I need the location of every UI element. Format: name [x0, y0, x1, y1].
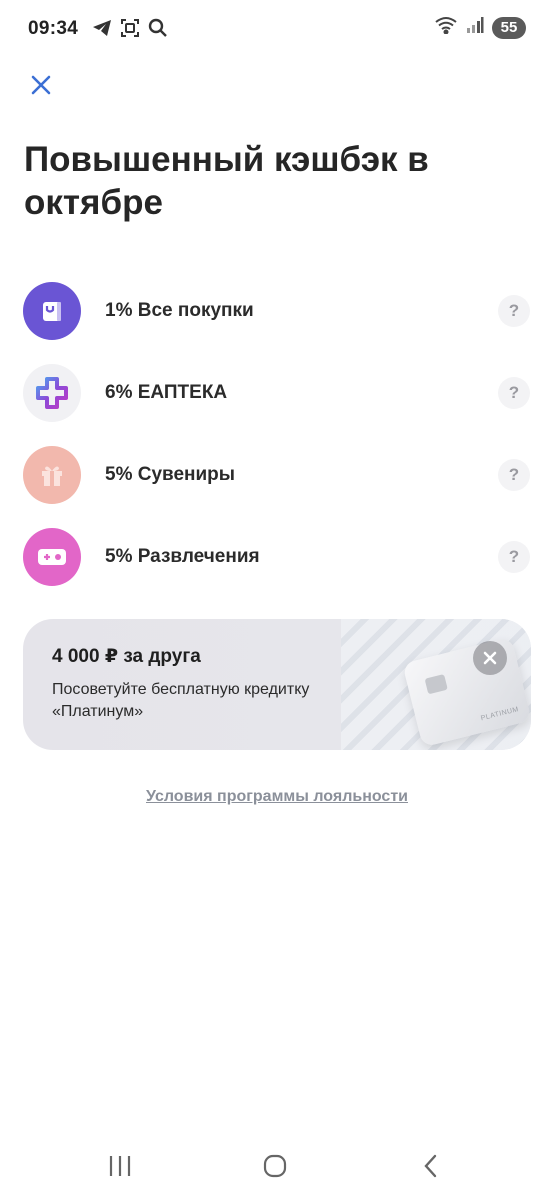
status-time: 09:34 [28, 18, 79, 39]
close-icon [31, 75, 51, 95]
recent-apps-icon [109, 1156, 131, 1176]
promo-title: 4 000 ₽ за друга [52, 646, 201, 667]
close-button[interactable] [22, 66, 60, 104]
search-icon [148, 18, 168, 43]
promo-close-button[interactable] [473, 641, 507, 675]
back-button[interactable] [409, 1144, 453, 1188]
cashback-category-list: 1% Все покупки ? 6% ЕАПТЕКА ? 5% Сувенир… [0, 270, 554, 598]
category-label: 5% Развлечения [105, 546, 260, 567]
home-icon [263, 1154, 287, 1178]
status-icons-left [92, 18, 168, 43]
gamepad-icon [23, 528, 81, 586]
telegram-icon [92, 19, 112, 42]
category-label: 5% Сувениры [105, 464, 236, 485]
battery-icon: 55 [492, 16, 526, 39]
referral-promo-banner[interactable]: 4 000 ₽ за друга Посоветуйте бесплатную … [23, 619, 531, 750]
category-label: 6% ЕАПТЕКА [105, 382, 228, 403]
help-button[interactable]: ? [498, 377, 530, 409]
help-button[interactable]: ? [498, 541, 530, 573]
home-button[interactable] [253, 1144, 297, 1188]
back-icon [424, 1154, 437, 1178]
signal-icon [466, 16, 484, 39]
category-row-entertainment[interactable]: 5% Развлечения ? [0, 516, 554, 598]
system-nav-bar [0, 1130, 554, 1200]
recent-apps-button[interactable] [98, 1144, 142, 1188]
status-icons-right: 55 [434, 16, 526, 39]
page-title: Повышенный кэшбэк в октябре [24, 140, 429, 222]
close-icon [483, 651, 497, 665]
shopping-bag-icon [23, 282, 81, 340]
status-bar: 09:34 55 [0, 0, 554, 58]
wifi-icon [434, 16, 458, 39]
help-button[interactable]: ? [498, 459, 530, 491]
scan-icon [120, 18, 140, 43]
category-row-all-purchases[interactable]: 1% Все покупки ? [0, 270, 554, 352]
card-text: PLATINUM [480, 706, 520, 723]
loyalty-terms-link[interactable]: Условия программы лояльности [0, 788, 554, 806]
pharmacy-cross-icon [23, 364, 81, 422]
help-button[interactable]: ? [498, 295, 530, 327]
category-label: 1% Все покупки [105, 300, 254, 321]
promo-text: Посоветуйте бесплатную кредитку «Платину… [52, 681, 310, 720]
card-chip-icon [424, 674, 448, 695]
category-row-souvenirs[interactable]: 5% Сувениры ? [0, 434, 554, 516]
category-row-eapteka[interactable]: 6% ЕАПТЕКА ? [0, 352, 554, 434]
gift-icon [23, 446, 81, 504]
